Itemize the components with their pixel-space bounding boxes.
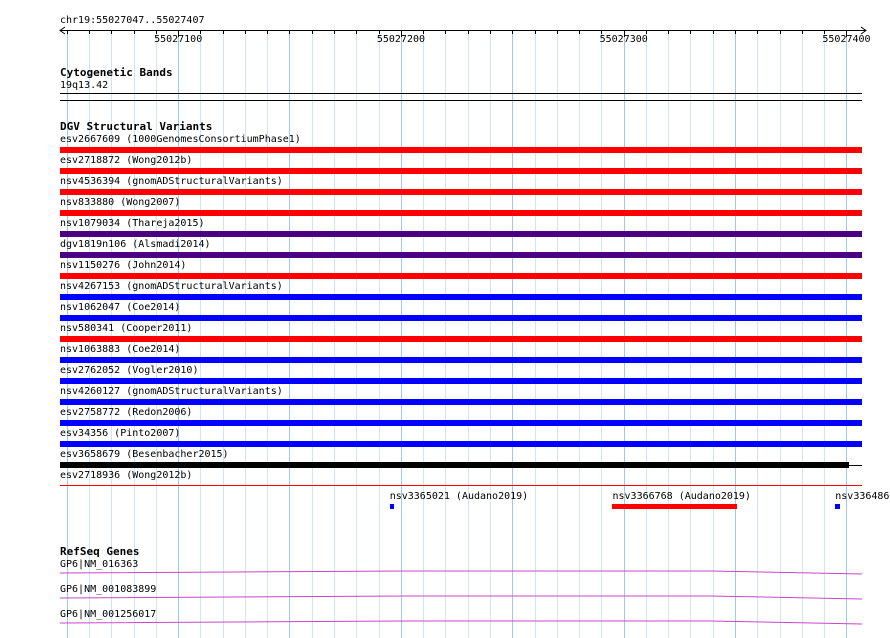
dgv-track-title: DGV Structural Variants — [60, 120, 213, 133]
dgv-feature-label: esv2718872 (Wong2012b) — [60, 155, 193, 166]
dgv-feature-label: nsv1079034 (Thareja2015) — [60, 218, 205, 229]
dgv-feature-bar[interactable] — [60, 315, 862, 321]
ruler-tick-label: 55027300 — [599, 34, 648, 45]
dgv-feature-label: nsv1062047 (Coe2014) — [60, 302, 181, 313]
refseq-transcript-path — [59, 595, 863, 600]
refseq-transcript-line[interactable] — [0, 569, 890, 577]
dgv-feature-bar[interactable] — [60, 147, 862, 153]
genome-browser-view: chr19:55027047..55027407 55027100 5502720… — [0, 0, 890, 638]
dgv-row-separator — [60, 339, 862, 340]
dgv-extra-feature-bar[interactable] — [612, 504, 738, 509]
ruler-tick-label: 55027100 — [154, 34, 203, 45]
refseq-transcript-path — [59, 620, 863, 625]
dgv-feature-label: dgv1819n106 (Alsmadi2014) — [60, 239, 211, 250]
cytoband-track-title: Cytogenetic Bands — [60, 66, 173, 79]
dgv-row-separator — [60, 297, 862, 298]
dgv-feature-label: nsv833880 (Wong2007) — [60, 197, 181, 208]
dgv-row-separator — [60, 423, 862, 424]
refseq-transcript-line[interactable] — [0, 619, 890, 627]
dgv-feature-bar[interactable] — [60, 231, 862, 237]
dgv-row-separator — [60, 465, 862, 466]
refseq-track-title: RefSeq Genes — [60, 545, 140, 558]
dgv-feature-bar[interactable] — [60, 485, 862, 486]
dgv-row-separator — [60, 381, 862, 382]
dgv-feature-label: esv34356 (Pinto2007) — [60, 428, 181, 439]
dgv-extra-feature-label: nsv3364861 — [835, 491, 890, 502]
cytoband-label: 19q13.42 — [60, 80, 109, 91]
dgv-feature-label: nsv4536394 (gnomADStructuralVariants) — [60, 176, 283, 187]
cytoband-bar[interactable] — [60, 93, 862, 101]
dgv-row-separator — [60, 255, 862, 256]
ruler-tick-label: 55027400 — [822, 34, 871, 45]
dgv-feature-label: esv2718936 (Wong2012b) — [60, 470, 193, 481]
refseq-transcript-line[interactable] — [0, 594, 890, 602]
dgv-feature-label: nsv1150276 (John2014) — [60, 260, 187, 271]
dgv-feature-bar[interactable] — [60, 273, 862, 279]
dgv-extra-feature-label: nsv3365021 (Audano2019) — [389, 491, 529, 502]
dgv-row-separator — [60, 171, 862, 172]
dgv-feature-label: esv3658679 (Besenbacher2015) — [60, 449, 229, 460]
refseq-transcript-path — [59, 570, 863, 575]
dgv-feature-label: esv2762052 (Vogler2010) — [60, 365, 199, 376]
dgv-feature-bar[interactable] — [60, 357, 862, 363]
dgv-feature-bar[interactable] — [60, 441, 862, 447]
dgv-extra-feature-label: nsv3366768 (Audano2019) — [612, 491, 751, 502]
dgv-feature-bar[interactable] — [60, 189, 862, 195]
dgv-feature-label: nsv4267153 (gnomADStructuralVariants) — [60, 281, 283, 292]
dgv-extra-feature-bar[interactable] — [389, 504, 395, 509]
ruler-tick-label: 55027200 — [376, 34, 426, 45]
dgv-feature-label: esv2667609 (1000GenomesConsortiumPhase1) — [60, 134, 301, 145]
dgv-feature-label: esv2758772 (Redon2006) — [60, 407, 193, 418]
dgv-row-separator — [60, 213, 862, 214]
dgv-feature-bar[interactable] — [60, 399, 862, 405]
position-ruler[interactable] — [0, 25, 890, 39]
dgv-extra-feature-bar[interactable] — [835, 504, 840, 509]
dgv-feature-label: nsv1063883 (Coe2014) — [60, 344, 181, 355]
dgv-feature-label: nsv4260127 (gnomADStructuralVariants) — [60, 386, 283, 397]
dgv-feature-label: nsv580341 (Cooper2011) — [60, 323, 193, 334]
